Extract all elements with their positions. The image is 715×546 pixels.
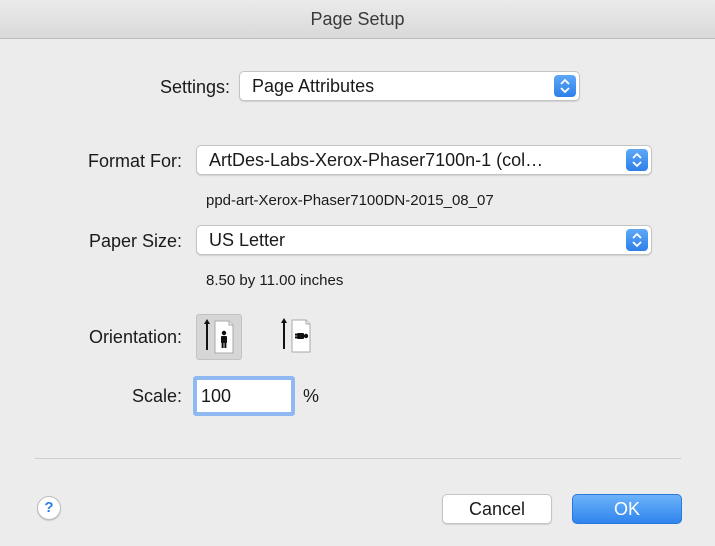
paper-size-popup-value: US Letter [209, 230, 286, 250]
orientation-label: Orientation: [88, 327, 182, 347]
scale-label: Scale: [131, 386, 182, 406]
scale-unit: % [303, 386, 320, 406]
help-icon: ? [44, 499, 54, 516]
paper-dimensions: 8.50 by 11.00 inches [206, 272, 344, 289]
ok-button[interactable]: OK [572, 494, 682, 524]
cancel-button[interactable]: Cancel [442, 494, 552, 524]
format-for-popup[interactable]: ArtDes-Labs-Xerox-Phaser7100n-1 (col… [196, 145, 652, 175]
paper-size-label: Paper Size: [88, 231, 182, 251]
printer-description: ppd-art-Xerox-Phaser7100DN-2015_08_07 [206, 192, 494, 209]
scale-input[interactable] [193, 376, 295, 416]
divider [35, 458, 681, 459]
settings-label: Settings: [159, 77, 230, 97]
dialog-title: Page Setup [0, 0, 715, 39]
page-setup-dialog: Page Setup Settings: Page Attributes For… [0, 0, 715, 546]
popup-stepper-icon [626, 149, 648, 171]
orientation-landscape-button[interactable] [274, 314, 320, 360]
help-button[interactable]: ? [37, 496, 61, 520]
orientation-portrait-button[interactable] [196, 314, 242, 360]
settings-popup[interactable]: Page Attributes [239, 71, 580, 101]
popup-stepper-icon [626, 229, 648, 251]
paper-size-popup[interactable]: US Letter [196, 225, 652, 255]
settings-popup-value: Page Attributes [252, 76, 375, 96]
popup-stepper-icon [554, 75, 576, 97]
format-for-label: Format For: [87, 151, 182, 171]
format-for-popup-value: ArtDes-Labs-Xerox-Phaser7100n-1 (col… [209, 150, 544, 170]
